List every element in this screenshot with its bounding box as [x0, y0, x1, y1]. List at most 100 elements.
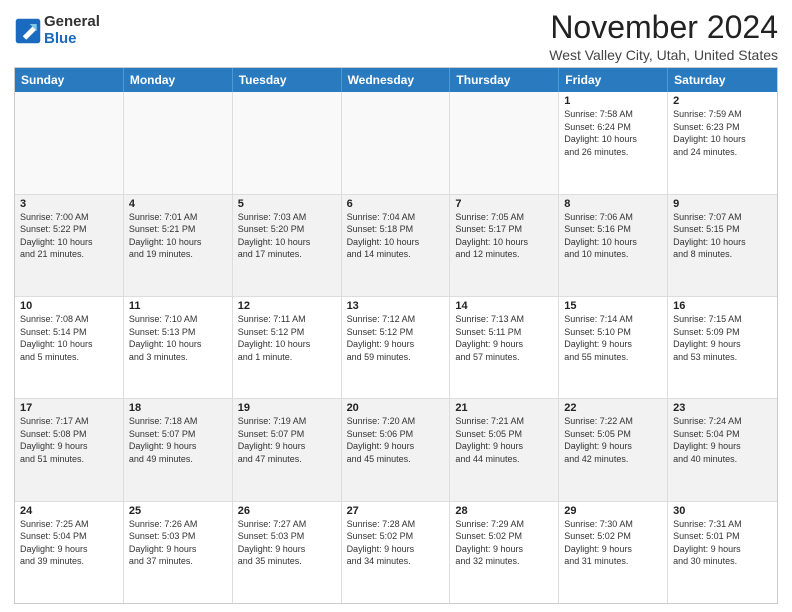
- day-number: 27: [347, 505, 445, 517]
- day-number: 15: [564, 300, 662, 312]
- calendar-header: SundayMondayTuesdayWednesdayThursdayFrid…: [15, 68, 777, 92]
- day-info: Sunrise: 7:15 AM Sunset: 5:09 PM Dayligh…: [673, 313, 772, 363]
- day-number: 20: [347, 402, 445, 414]
- day-info: Sunrise: 7:04 AM Sunset: 5:18 PM Dayligh…: [347, 211, 445, 261]
- day-number: 3: [20, 198, 118, 210]
- day-number: 5: [238, 198, 336, 210]
- day-number: 9: [673, 198, 772, 210]
- cal-cell-0-5: 1Sunrise: 7:58 AM Sunset: 6:24 PM Daylig…: [559, 92, 668, 193]
- day-info: Sunrise: 7:20 AM Sunset: 5:06 PM Dayligh…: [347, 415, 445, 465]
- cal-cell-4-2: 26Sunrise: 7:27 AM Sunset: 5:03 PM Dayli…: [233, 502, 342, 603]
- day-number: 24: [20, 505, 118, 517]
- day-info: Sunrise: 7:05 AM Sunset: 5:17 PM Dayligh…: [455, 211, 553, 261]
- cal-cell-1-6: 9Sunrise: 7:07 AM Sunset: 5:15 PM Daylig…: [668, 195, 777, 296]
- cal-cell-2-3: 13Sunrise: 7:12 AM Sunset: 5:12 PM Dayli…: [342, 297, 451, 398]
- header: General Blue November 2024 West Valley C…: [14, 10, 778, 63]
- day-info: Sunrise: 7:11 AM Sunset: 5:12 PM Dayligh…: [238, 313, 336, 363]
- day-number: 28: [455, 505, 553, 517]
- cal-cell-2-0: 10Sunrise: 7:08 AM Sunset: 5:14 PM Dayli…: [15, 297, 124, 398]
- day-info: Sunrise: 7:30 AM Sunset: 5:02 PM Dayligh…: [564, 518, 662, 568]
- cal-cell-1-0: 3Sunrise: 7:00 AM Sunset: 5:22 PM Daylig…: [15, 195, 124, 296]
- day-info: Sunrise: 7:12 AM Sunset: 5:12 PM Dayligh…: [347, 313, 445, 363]
- calendar: SundayMondayTuesdayWednesdayThursdayFrid…: [14, 67, 778, 604]
- week-row-3: 17Sunrise: 7:17 AM Sunset: 5:08 PM Dayli…: [15, 399, 777, 501]
- logo-general-text: General: [44, 14, 100, 31]
- cal-cell-4-3: 27Sunrise: 7:28 AM Sunset: 5:02 PM Dayli…: [342, 502, 451, 603]
- header-day-friday: Friday: [559, 68, 668, 92]
- day-info: Sunrise: 7:59 AM Sunset: 6:23 PM Dayligh…: [673, 108, 772, 158]
- day-info: Sunrise: 7:28 AM Sunset: 5:02 PM Dayligh…: [347, 518, 445, 568]
- day-info: Sunrise: 7:13 AM Sunset: 5:11 PM Dayligh…: [455, 313, 553, 363]
- day-info: Sunrise: 7:07 AM Sunset: 5:15 PM Dayligh…: [673, 211, 772, 261]
- cal-cell-3-4: 21Sunrise: 7:21 AM Sunset: 5:05 PM Dayli…: [450, 399, 559, 500]
- cal-cell-4-5: 29Sunrise: 7:30 AM Sunset: 5:02 PM Dayli…: [559, 502, 668, 603]
- day-number: 14: [455, 300, 553, 312]
- day-number: 30: [673, 505, 772, 517]
- cal-cell-1-1: 4Sunrise: 7:01 AM Sunset: 5:21 PM Daylig…: [124, 195, 233, 296]
- day-number: 25: [129, 505, 227, 517]
- day-info: Sunrise: 7:03 AM Sunset: 5:20 PM Dayligh…: [238, 211, 336, 261]
- cal-cell-1-3: 6Sunrise: 7:04 AM Sunset: 5:18 PM Daylig…: [342, 195, 451, 296]
- day-info: Sunrise: 7:22 AM Sunset: 5:05 PM Dayligh…: [564, 415, 662, 465]
- day-info: Sunrise: 7:21 AM Sunset: 5:05 PM Dayligh…: [455, 415, 553, 465]
- day-number: 29: [564, 505, 662, 517]
- day-number: 26: [238, 505, 336, 517]
- day-info: Sunrise: 7:19 AM Sunset: 5:07 PM Dayligh…: [238, 415, 336, 465]
- cal-cell-0-2: [233, 92, 342, 193]
- cal-cell-1-2: 5Sunrise: 7:03 AM Sunset: 5:20 PM Daylig…: [233, 195, 342, 296]
- day-number: 11: [129, 300, 227, 312]
- calendar-body: 1Sunrise: 7:58 AM Sunset: 6:24 PM Daylig…: [15, 92, 777, 603]
- day-info: Sunrise: 7:31 AM Sunset: 5:01 PM Dayligh…: [673, 518, 772, 568]
- day-info: Sunrise: 7:06 AM Sunset: 5:16 PM Dayligh…: [564, 211, 662, 261]
- month-title: November 2024: [549, 10, 778, 45]
- day-info: Sunrise: 7:27 AM Sunset: 5:03 PM Dayligh…: [238, 518, 336, 568]
- cal-cell-0-1: [124, 92, 233, 193]
- cal-cell-4-0: 24Sunrise: 7:25 AM Sunset: 5:04 PM Dayli…: [15, 502, 124, 603]
- day-info: Sunrise: 7:14 AM Sunset: 5:10 PM Dayligh…: [564, 313, 662, 363]
- day-info: Sunrise: 7:01 AM Sunset: 5:21 PM Dayligh…: [129, 211, 227, 261]
- day-info: Sunrise: 7:00 AM Sunset: 5:22 PM Dayligh…: [20, 211, 118, 261]
- cal-cell-3-2: 19Sunrise: 7:19 AM Sunset: 5:07 PM Dayli…: [233, 399, 342, 500]
- week-row-0: 1Sunrise: 7:58 AM Sunset: 6:24 PM Daylig…: [15, 92, 777, 194]
- header-day-saturday: Saturday: [668, 68, 777, 92]
- day-number: 8: [564, 198, 662, 210]
- day-info: Sunrise: 7:26 AM Sunset: 5:03 PM Dayligh…: [129, 518, 227, 568]
- cal-cell-0-4: [450, 92, 559, 193]
- day-number: 21: [455, 402, 553, 414]
- logo: General Blue: [14, 14, 100, 47]
- logo-blue-text: Blue: [44, 31, 100, 48]
- logo-text: General Blue: [44, 14, 100, 47]
- day-info: Sunrise: 7:24 AM Sunset: 5:04 PM Dayligh…: [673, 415, 772, 465]
- cal-cell-2-1: 11Sunrise: 7:10 AM Sunset: 5:13 PM Dayli…: [124, 297, 233, 398]
- cal-cell-2-2: 12Sunrise: 7:11 AM Sunset: 5:12 PM Dayli…: [233, 297, 342, 398]
- day-info: Sunrise: 7:08 AM Sunset: 5:14 PM Dayligh…: [20, 313, 118, 363]
- location-text: West Valley City, Utah, United States: [549, 47, 778, 63]
- day-info: Sunrise: 7:29 AM Sunset: 5:02 PM Dayligh…: [455, 518, 553, 568]
- day-number: 19: [238, 402, 336, 414]
- day-number: 22: [564, 402, 662, 414]
- header-day-tuesday: Tuesday: [233, 68, 342, 92]
- day-number: 18: [129, 402, 227, 414]
- logo-icon: [14, 17, 42, 45]
- day-info: Sunrise: 7:18 AM Sunset: 5:07 PM Dayligh…: [129, 415, 227, 465]
- header-day-monday: Monday: [124, 68, 233, 92]
- day-number: 17: [20, 402, 118, 414]
- cal-cell-3-1: 18Sunrise: 7:18 AM Sunset: 5:07 PM Dayli…: [124, 399, 233, 500]
- header-day-sunday: Sunday: [15, 68, 124, 92]
- header-day-wednesday: Wednesday: [342, 68, 451, 92]
- header-day-thursday: Thursday: [450, 68, 559, 92]
- cal-cell-3-3: 20Sunrise: 7:20 AM Sunset: 5:06 PM Dayli…: [342, 399, 451, 500]
- cal-cell-0-6: 2Sunrise: 7:59 AM Sunset: 6:23 PM Daylig…: [668, 92, 777, 193]
- day-info: Sunrise: 7:17 AM Sunset: 5:08 PM Dayligh…: [20, 415, 118, 465]
- day-info: Sunrise: 7:25 AM Sunset: 5:04 PM Dayligh…: [20, 518, 118, 568]
- cal-cell-3-6: 23Sunrise: 7:24 AM Sunset: 5:04 PM Dayli…: [668, 399, 777, 500]
- cal-cell-4-4: 28Sunrise: 7:29 AM Sunset: 5:02 PM Dayli…: [450, 502, 559, 603]
- title-block: November 2024 West Valley City, Utah, Un…: [549, 10, 778, 63]
- page: General Blue November 2024 West Valley C…: [0, 0, 792, 612]
- day-number: 7: [455, 198, 553, 210]
- day-number: 23: [673, 402, 772, 414]
- day-number: 13: [347, 300, 445, 312]
- cal-cell-1-4: 7Sunrise: 7:05 AM Sunset: 5:17 PM Daylig…: [450, 195, 559, 296]
- week-row-4: 24Sunrise: 7:25 AM Sunset: 5:04 PM Dayli…: [15, 502, 777, 603]
- cal-cell-2-4: 14Sunrise: 7:13 AM Sunset: 5:11 PM Dayli…: [450, 297, 559, 398]
